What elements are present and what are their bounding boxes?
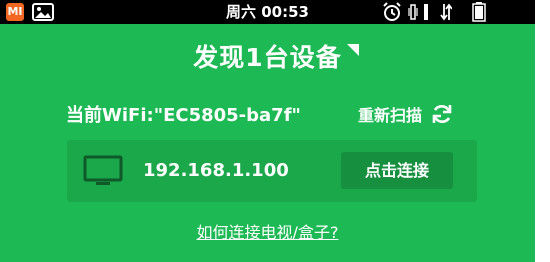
device-list-item: 192.168.1.100 点击连接 [67,140,477,202]
tv-icon [83,155,123,185]
refresh-icon [432,105,452,123]
status-bar: MI 周六 00:53 [0,0,535,24]
signal-icon [424,4,428,20]
data-icon [440,3,452,21]
rescan-button[interactable]: 重新扫描 [358,100,454,128]
corner-triangle-icon [347,44,359,56]
app-screen: MI 周六 00:53 发现1台设备 当前WiFi:"EC5805-ba7f" … [0,0,535,262]
status-time: 周六 00:53 [226,3,309,21]
page-title: 发现1台设备 [193,43,342,72]
battery-icon [472,2,486,22]
vibrate-icon [408,4,418,20]
alarm-icon [383,2,401,21]
rescan-label: 重新扫描 [358,106,423,125]
connect-button[interactable]: 点击连接 [341,152,453,189]
help-link[interactable]: 如何连接电视/盒子? [0,219,535,243]
current-wifi-label: 当前WiFi:"EC5805-ba7f" [66,105,301,126]
device-ip: 192.168.1.100 [143,160,289,181]
